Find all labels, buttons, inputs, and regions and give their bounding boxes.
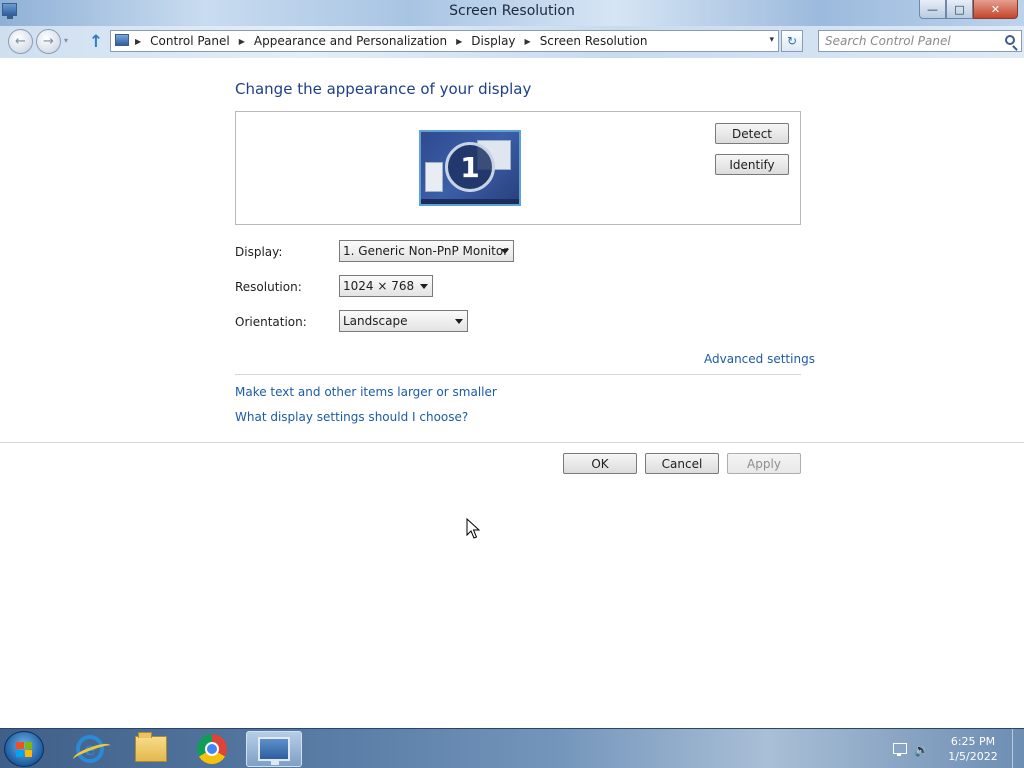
cancel-button[interactable]: Cancel — [645, 453, 719, 474]
chevron-down-icon — [420, 284, 428, 289]
breadcrumb-display[interactable]: Display — [471, 34, 515, 48]
thumbnail-taskbar — [421, 199, 519, 204]
search-input[interactable] — [819, 31, 997, 51]
back-button[interactable]: ← — [8, 29, 33, 54]
display-settings-icon — [258, 737, 290, 765]
minimize-button[interactable]: — — [919, 0, 946, 19]
display-settings-help-link[interactable]: What display settings should I choose? — [235, 410, 468, 424]
advanced-settings-link[interactable]: Advanced settings — [704, 352, 815, 366]
internet-explorer-icon: e — [76, 735, 104, 763]
breadcrumb-separator-icon[interactable]: ▶ — [239, 37, 245, 46]
volume-icon[interactable]: 🔉 — [914, 743, 930, 757]
breadcrumb-screen-resolution[interactable]: Screen Resolution — [540, 34, 648, 48]
thumbnail-window-left — [425, 162, 443, 192]
display-select-value: 1. Generic Non-PnP Monitor — [343, 244, 509, 258]
monitor-arrangement-panel: 1 Detect Identify — [235, 111, 801, 225]
address-history-dropdown-icon[interactable]: ▾ — [769, 35, 774, 45]
display-select[interactable]: 1. Generic Non-PnP Monitor — [339, 240, 514, 262]
monitor-number: 1 — [460, 150, 480, 184]
taskbar-file-explorer[interactable] — [123, 731, 179, 767]
maximize-button[interactable]: □ — [946, 0, 973, 19]
chevron-down-icon — [455, 319, 463, 324]
search-box — [818, 30, 1022, 52]
breadcrumb-separator-icon[interactable]: ▶ — [456, 37, 462, 46]
resolution-select[interactable]: 1024 × 768 — [339, 275, 433, 297]
orientation-label: Orientation: — [235, 315, 307, 329]
resolution-select-value: 1024 × 768 — [343, 279, 415, 293]
breadcrumb-separator-icon[interactable]: ▶ — [525, 37, 531, 46]
taskbar-internet-explorer[interactable]: e — [62, 731, 118, 767]
monitor-1-thumbnail[interactable]: 1 — [419, 130, 521, 206]
address-bar[interactable]: ▶ Control Panel ▶ Appearance and Persona… — [110, 30, 779, 52]
ok-button[interactable]: OK — [563, 453, 637, 474]
breadcrumb-separator-icon[interactable]: ▶ — [135, 37, 141, 46]
search-icon[interactable] — [1005, 35, 1015, 45]
start-button[interactable] — [4, 731, 44, 767]
system-clock[interactable]: 6:25 PM 1/5/2022 — [940, 734, 1006, 764]
show-desktop-button[interactable] — [1012, 729, 1024, 768]
window-controls: — □ ✕ — [919, 0, 1018, 19]
up-button[interactable]: ↑ — [86, 32, 106, 52]
recent-pages-dropdown[interactable]: ▾ — [64, 36, 68, 45]
apply-button[interactable]: Apply — [727, 453, 801, 474]
breadcrumb-appearance-and-personalization[interactable]: Appearance and Personalization — [254, 34, 447, 48]
clock-time: 6:25 PM — [950, 735, 996, 748]
clock-date: 1/5/2022 — [948, 750, 998, 763]
display-label: Display: — [235, 245, 283, 259]
breadcrumb: ▶ Control Panel ▶ Appearance and Persona… — [135, 34, 647, 48]
chevron-down-icon — [501, 249, 509, 254]
windows-logo-icon — [16, 742, 32, 757]
network-icon[interactable] — [891, 743, 907, 757]
detect-button[interactable]: Detect — [715, 123, 789, 144]
chrome-icon — [197, 734, 227, 764]
resolution-label: Resolution: — [235, 280, 302, 294]
navigation-bar: ← → ▾ ↑ ▶ Control Panel ▶ Appearance and… — [0, 26, 1024, 58]
folder-icon — [135, 732, 167, 762]
footer-divider — [0, 442, 1024, 443]
forward-button[interactable]: → — [36, 29, 61, 54]
page-title: Change the appearance of your display — [235, 80, 532, 98]
orientation-select[interactable]: Landscape — [339, 310, 468, 332]
taskbar-display-settings[interactable] — [246, 731, 302, 767]
taskbar-chrome[interactable] — [184, 731, 240, 767]
title-bar: Screen Resolution — □ ✕ — [0, 0, 1024, 26]
refresh-button[interactable]: ↻ — [781, 30, 803, 52]
close-button[interactable]: ✕ — [973, 0, 1018, 19]
text-size-link[interactable]: Make text and other items larger or smal… — [235, 385, 497, 399]
mouse-cursor-icon — [466, 518, 480, 539]
section-divider — [235, 374, 801, 375]
identify-button[interactable]: Identify — [715, 154, 789, 175]
window-title: Screen Resolution — [449, 3, 575, 19]
orientation-select-value: Landscape — [343, 314, 408, 328]
taskbar: e 🔉 6:25 PM 1/5/2022 — [0, 728, 1024, 768]
control-panel-icon — [115, 34, 129, 46]
breadcrumb-control-panel[interactable]: Control Panel — [150, 34, 230, 48]
